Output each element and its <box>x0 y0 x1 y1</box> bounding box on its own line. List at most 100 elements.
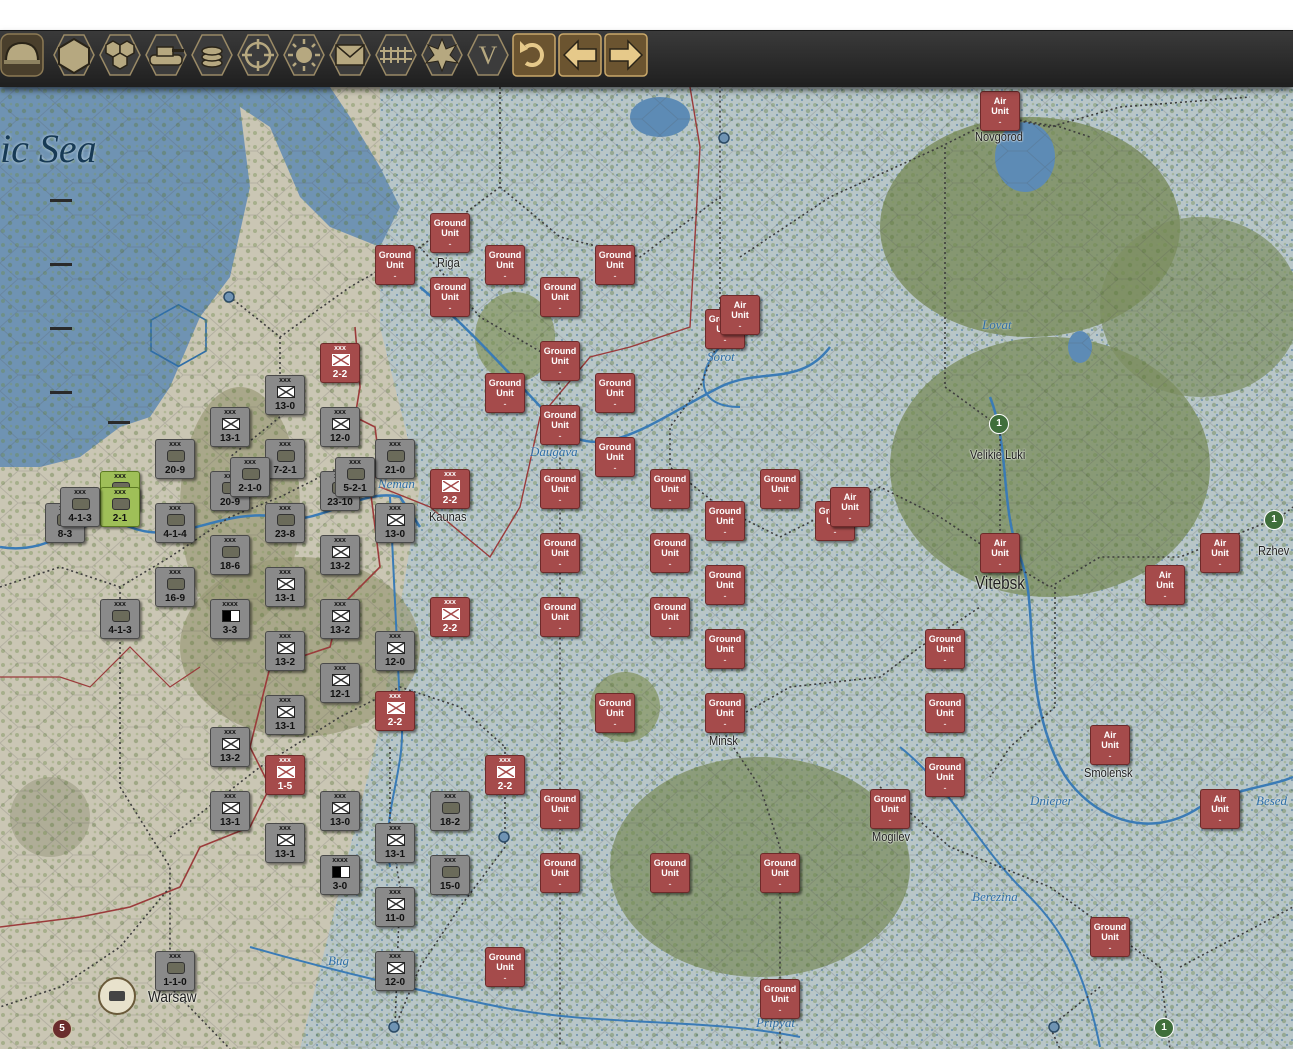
victory-button[interactable]: V <box>466 33 510 79</box>
german-inf-unit[interactable]: xxx 13-1 <box>265 567 305 607</box>
soviet-ground-unit[interactable]: GroundUnit- <box>485 373 525 413</box>
resources-button[interactable] <box>190 33 234 79</box>
soviet-air-unit[interactable]: Air Unit - <box>1200 533 1240 573</box>
soviet-ground-unit[interactable]: GroundUnit- <box>485 947 525 987</box>
soviet-ground-unit[interactable]: GroundUnit- <box>925 629 965 669</box>
soviet-ground-unit[interactable]: GroundUnit- <box>595 693 635 733</box>
envelope-button[interactable] <box>328 33 372 79</box>
sun-button[interactable] <box>282 33 326 79</box>
german-inf-unit[interactable]: xxx 13-2 <box>265 631 305 671</box>
german-inf-unit[interactable]: xxx 13-2 <box>210 727 250 767</box>
soviet-ground-unit[interactable]: GroundUnit- <box>650 469 690 509</box>
soviet-ground-unit[interactable]: GroundUnit- <box>925 757 965 797</box>
german-inf-unit[interactable]: xxx 13-1 <box>375 823 415 863</box>
german-mix-unit[interactable]: xxx 1-1-0 <box>155 951 195 991</box>
soviet-ground-unit[interactable]: GroundUnit- <box>650 597 690 637</box>
city-velikie-luki[interactable]: Velikie Luki <box>970 447 1025 462</box>
headquarters-icon[interactable] <box>98 977 136 1015</box>
german-tank-unit[interactable]: xxx 16-9 <box>155 567 195 607</box>
soviet-ground-unit[interactable]: GroundUnit- <box>705 565 745 605</box>
soviet-ground-unit[interactable]: GroundUnit- <box>540 277 580 317</box>
german-mix-unit[interactable]: xxx 5-2-1 <box>335 457 375 497</box>
german-inf-unit[interactable]: xxx 12-0 <box>375 631 415 671</box>
german-flag-unit[interactable]: xxxx 3-0 <box>320 855 360 895</box>
soviet-ground-unit[interactable]: GroundUnit- <box>540 341 580 381</box>
german-inf-unit[interactable]: xxx 12-1 <box>320 663 360 703</box>
german-mix-unit[interactable]: xxx 4-1-3 <box>60 487 100 527</box>
german-tank-unit[interactable]: xxx 23-8 <box>265 503 305 543</box>
german-inf-unit[interactable]: xxx 13-1 <box>265 695 305 735</box>
soviet-infantry-corps[interactable]: xxx 2-2 <box>375 691 415 731</box>
german-tank-unit[interactable]: xxx 18-6 <box>210 535 250 575</box>
german-inf-unit[interactable]: xxx 11-0 <box>375 887 415 927</box>
undo-button[interactable] <box>512 32 556 79</box>
city-smolensk[interactable]: Smolensk <box>1084 765 1133 780</box>
german-mix-unit[interactable]: xxx 7-2-1 <box>265 439 305 479</box>
soviet-ground-unit[interactable]: GroundUnit- <box>760 853 800 893</box>
soviet-ground-unit[interactable]: GroundUnit- <box>650 853 690 893</box>
german-mix-unit[interactable]: xxx 4-1-3 <box>100 599 140 639</box>
soviet-ground-unit[interactable]: GroundUnit- <box>595 437 635 477</box>
city-novgorod[interactable]: Novgorod <box>975 129 1023 144</box>
soviet-ground-unit[interactable]: GroundUnit- <box>595 245 635 285</box>
soviet-air-unit[interactable]: Air Unit - <box>1090 725 1130 765</box>
game-map[interactable]: ic Sea Riga Novgorod Kaunas nigsberg Vel… <box>0 87 1293 1049</box>
soviet-ground-unit[interactable]: GroundUnit- <box>540 597 580 637</box>
soviet-infantry-corps[interactable]: xxx 2-2 <box>485 755 525 795</box>
german-inf-unit[interactable]: xxx 13-0 <box>375 503 415 543</box>
german-inf-unit[interactable]: xxx 13-1 <box>265 823 305 863</box>
city-riga[interactable]: Riga <box>437 255 460 270</box>
city-minsk[interactable]: Minsk <box>709 733 738 748</box>
german-inf-unit[interactable]: xxx 13-1 <box>210 407 250 447</box>
german-flag-unit[interactable]: xxxx 3-3 <box>210 599 250 639</box>
german-inf-unit[interactable]: xxx 13-2 <box>320 599 360 639</box>
soviet-ground-unit[interactable]: GroundUnit- <box>705 693 745 733</box>
soviet-ground-unit[interactable]: GroundUnit- <box>430 277 470 317</box>
soviet-ground-unit[interactable]: GroundUnit- <box>540 789 580 829</box>
city-vitebsk[interactable]: Vitebsk <box>975 573 1025 594</box>
soviet-ground-unit[interactable]: GroundUnit- <box>375 245 415 285</box>
tank-button[interactable] <box>144 33 188 79</box>
soviet-air-unit[interactable]: Air Unit - <box>1145 565 1185 605</box>
german-inf-unit[interactable]: xxx 13-0 <box>265 375 305 415</box>
soviet-air-unit[interactable]: Air Unit - <box>720 295 760 335</box>
soviet-ground-unit[interactable]: GroundUnit- <box>705 501 745 541</box>
soviet-ground-unit[interactable]: GroundUnit- <box>925 693 965 733</box>
soviet-air-unit[interactable]: Air Unit - <box>1200 789 1240 829</box>
german-tank-unit[interactable]: xxx 15-0 <box>430 855 470 895</box>
soviet-ground-unit[interactable]: GroundUnit- <box>1090 917 1130 957</box>
german-mix-unit[interactable]: xxx 4-1-4 <box>155 503 195 543</box>
soviet-ground-unit[interactable]: GroundUnit- <box>760 979 800 1019</box>
soviet-air-unit[interactable]: Air Unit - <box>980 91 1020 131</box>
explosion-button[interactable] <box>420 33 464 79</box>
soviet-infantry-corps[interactable]: xxx 2-2 <box>430 597 470 637</box>
soviet-infantry-corps[interactable]: xxx 2-2 <box>320 343 360 383</box>
soviet-ground-unit[interactable]: GroundUnit- <box>760 469 800 509</box>
crosshair-button[interactable] <box>236 33 280 79</box>
city-mogilev[interactable]: Mogilev <box>872 829 910 844</box>
german-inf-unit[interactable]: xxx 13-1 <box>210 791 250 831</box>
city-kaunas[interactable]: Kaunas <box>429 509 466 524</box>
soviet-infantry-corps[interactable]: xxx 2-2 <box>430 469 470 509</box>
german-inf-unit[interactable]: xxx 13-2 <box>320 535 360 575</box>
soviet-air-unit[interactable]: Air Unit - <box>830 487 870 527</box>
soviet-infantry-corps[interactable]: xxx 1-5 <box>265 755 305 795</box>
german-tank-unit[interactable]: xxx 21-0 <box>375 439 415 479</box>
german-mix-unit[interactable]: xxx 2-1 <box>100 487 140 527</box>
german-inf-unit[interactable]: xxx 12-0 <box>375 951 415 991</box>
soviet-ground-unit[interactable]: GroundUnit- <box>540 853 580 893</box>
soviet-ground-unit[interactable]: GroundUnit- <box>650 533 690 573</box>
arrow-right-button[interactable] <box>604 32 648 79</box>
railway-button[interactable] <box>374 33 418 79</box>
soviet-ground-unit[interactable]: GroundUnit- <box>540 533 580 573</box>
german-tank-unit[interactable]: xxx 18-2 <box>430 791 470 831</box>
german-tank-unit[interactable]: xxx 20-9 <box>155 439 195 479</box>
german-mix-unit[interactable]: xxx 2-1-0 <box>230 457 270 497</box>
hex-single-button[interactable] <box>52 33 96 79</box>
soviet-ground-unit[interactable]: GroundUnit- <box>705 629 745 669</box>
city-warsaw[interactable]: Warsaw <box>148 989 197 1007</box>
city-rzhev[interactable]: Rzhev <box>1258 543 1289 558</box>
helmet-button[interactable] <box>0 32 44 79</box>
arrow-left-button[interactable] <box>558 32 602 79</box>
soviet-ground-unit[interactable]: GroundUnit- <box>540 469 580 509</box>
